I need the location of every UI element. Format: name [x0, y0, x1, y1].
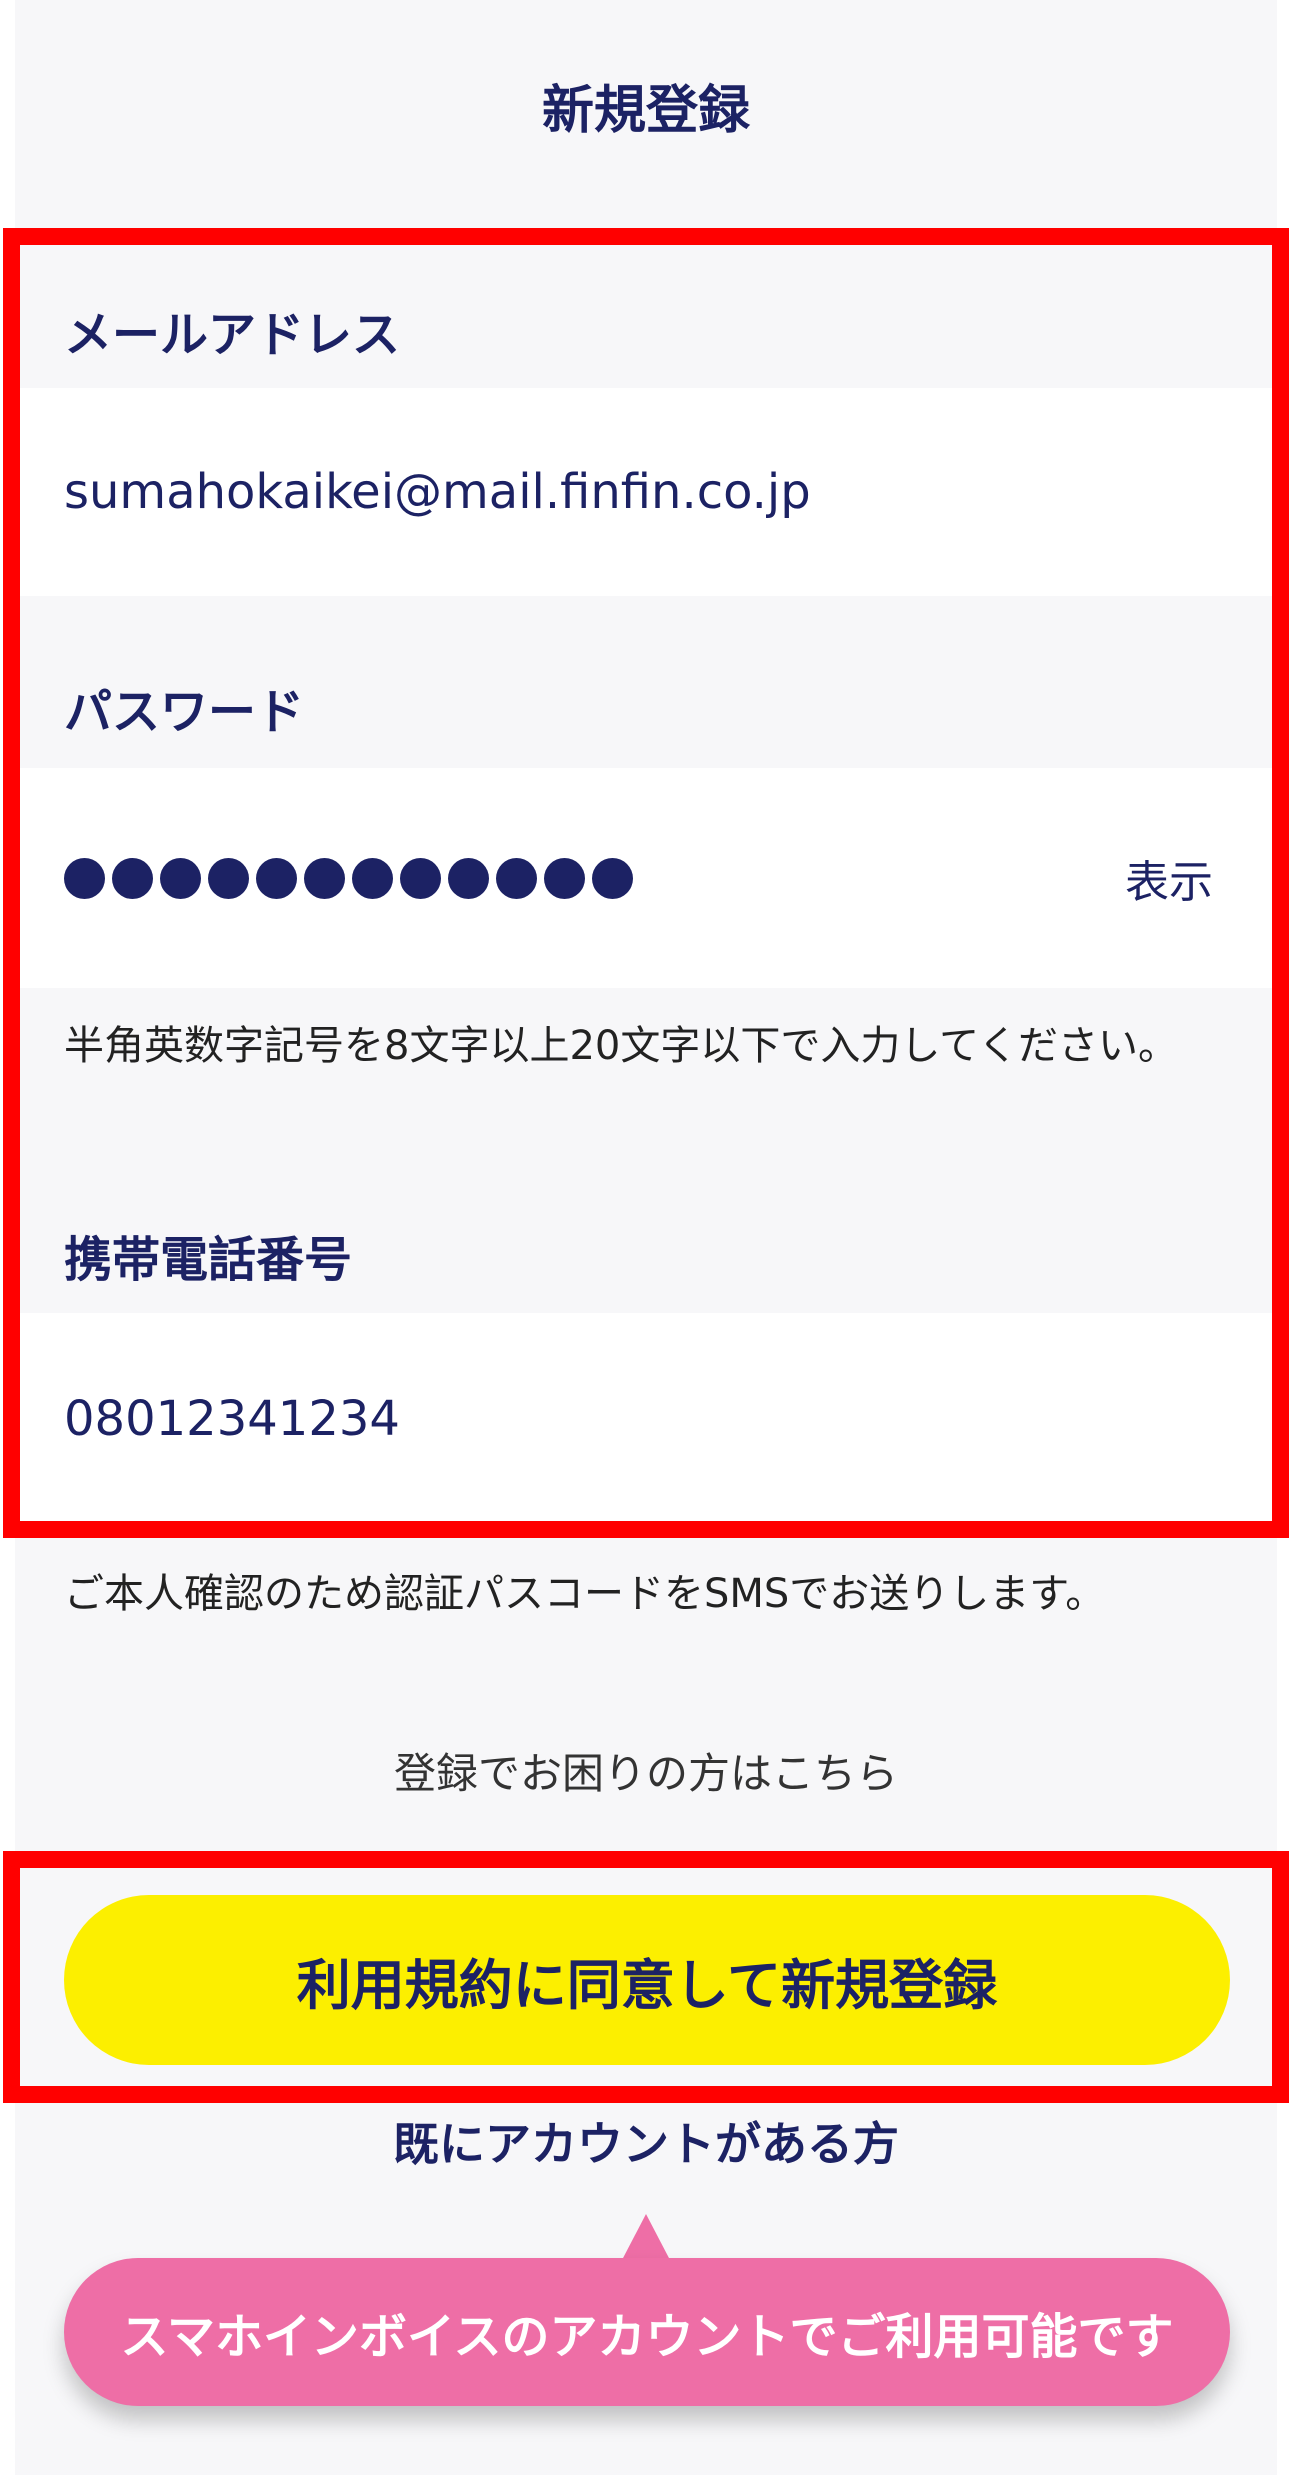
- email-value: sumahokaikei@mail.finfin.co.jp: [64, 464, 811, 520]
- password-dot: [112, 857, 153, 899]
- password-dot: [496, 857, 537, 899]
- page-title: 新規登録: [541, 80, 750, 141]
- password-dot: [304, 857, 345, 899]
- email-field[interactable]: sumahokaikei@mail.finfin.co.jp: [15, 388, 1277, 596]
- password-dot: [400, 857, 441, 899]
- password-label: パスワード: [64, 684, 305, 740]
- phone-value: 08012341234: [64, 1391, 400, 1447]
- password-dot: [352, 857, 393, 899]
- tooltip-arrow: [622, 2214, 670, 2260]
- password-dot: [160, 857, 201, 899]
- sms-note: ご本人確認のため認証パスコードをSMSでお送りします。: [64, 1571, 1106, 1617]
- password-dot: [592, 857, 633, 899]
- show-password-toggle[interactable]: 表示: [1125, 846, 1213, 910]
- password-field[interactable]: 表示: [15, 768, 1277, 988]
- existing-account-link[interactable]: 既にアカウントがある方: [393, 2117, 899, 2171]
- phone-field[interactable]: 08012341234: [15, 1313, 1277, 1525]
- password-dot: [448, 857, 489, 899]
- password-dot: [544, 857, 585, 899]
- register-button[interactable]: 利用規約に同意して新規登録: [64, 1895, 1230, 2065]
- password-hint: 半角英数字記号を8文字以上20文字以下で入力してください。: [64, 1023, 1178, 1069]
- phone-label: 携帯電話番号: [64, 1232, 353, 1288]
- email-label: メールアドレス: [64, 307, 401, 363]
- password-dot: [208, 857, 249, 899]
- help-link[interactable]: 登録でお困りの方はこちら: [394, 1749, 898, 1798]
- password-dot: [256, 857, 297, 899]
- password-masked-value: [64, 857, 1125, 899]
- password-dot: [64, 857, 105, 899]
- account-tooltip: スマホインボイスのアカウントでご利用可能です: [64, 2258, 1230, 2406]
